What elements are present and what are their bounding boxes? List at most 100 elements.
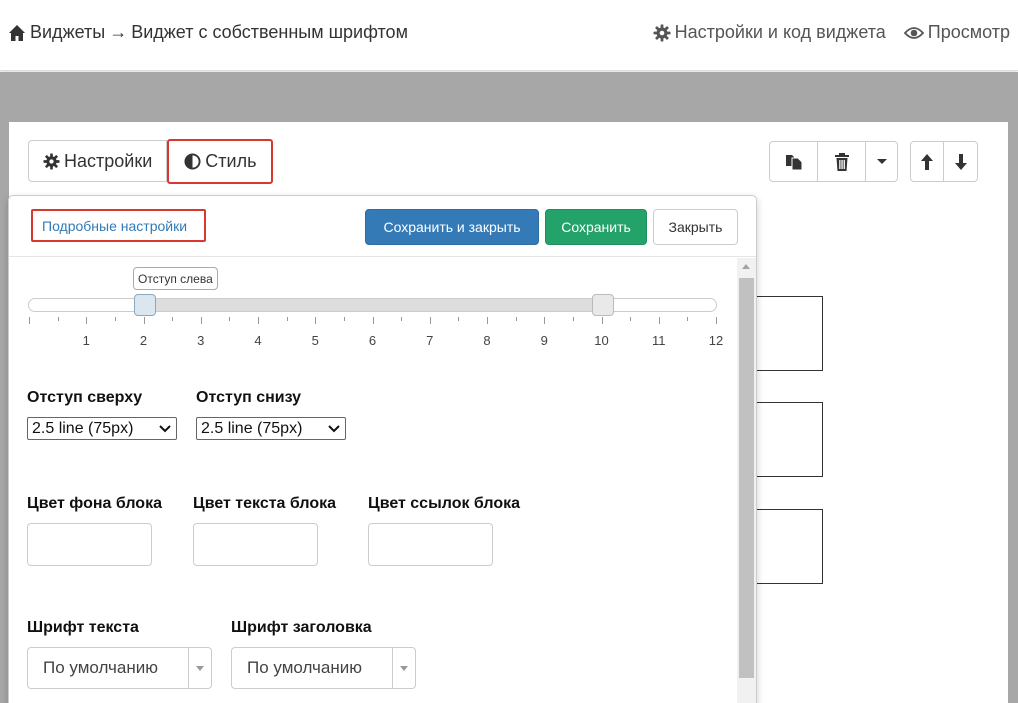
slider-tick-label: 4 xyxy=(254,333,262,348)
left-margin-slider[interactable] xyxy=(28,294,717,316)
text-font-label: Шрифт текста xyxy=(27,619,139,636)
caret-down-icon xyxy=(400,666,408,671)
panel-header: Подробные настройки Сохранить и закрыть … xyxy=(9,196,756,257)
close-button[interactable]: Закрыть xyxy=(653,209,738,245)
link-color-input[interactable] xyxy=(368,523,493,566)
slider-tick xyxy=(544,317,546,324)
bg-color-label: Цвет фона блока xyxy=(27,495,162,512)
slider-handle-low[interactable] xyxy=(133,294,156,316)
slider-tick-label: 3 xyxy=(197,333,205,348)
slider-tick xyxy=(286,317,288,321)
slider-tick-label: 8 xyxy=(483,333,491,348)
arrow-down-icon xyxy=(954,153,967,170)
caret-down-icon xyxy=(876,159,887,164)
arrow-up-icon xyxy=(921,153,933,170)
slider-tick-label: 11 xyxy=(652,333,666,348)
bg-color-input[interactable] xyxy=(27,523,152,566)
delete-button[interactable] xyxy=(818,142,866,181)
tab-settings-label: Настройки xyxy=(64,150,153,171)
slider-tick xyxy=(401,317,403,321)
slider-tick-label: 7 xyxy=(426,333,434,348)
heading-font-label: Шрифт заголовка xyxy=(231,619,372,636)
gear-icon xyxy=(653,24,671,41)
style-panel: Подробные настройки Сохранить и закрыть … xyxy=(8,195,757,703)
preview-link[interactable]: Просмотр xyxy=(903,22,1010,43)
slider-tick xyxy=(29,317,30,324)
slider-tick xyxy=(258,317,259,324)
contrast-icon xyxy=(184,153,201,170)
slider-tick-label: 10 xyxy=(594,333,609,348)
chevron-down-icon xyxy=(328,425,340,433)
caret-down-icon xyxy=(196,666,204,671)
slider-tick-label: 5 xyxy=(311,333,319,348)
slider-tick xyxy=(687,317,689,321)
more-dropdown-button[interactable] xyxy=(866,142,897,181)
move-down-button[interactable] xyxy=(944,142,977,181)
slider-tick xyxy=(343,317,345,321)
gear-icon xyxy=(43,152,60,170)
slider-tick-label: 1 xyxy=(82,333,90,348)
slider-ticks: 1 2 3 4 5 6 7 8 9 10 11 12 xyxy=(9,317,756,348)
block-actions xyxy=(769,141,898,182)
slider-tick xyxy=(229,317,231,321)
settings-code-label: Настройки и код виджета xyxy=(674,22,886,42)
link-color-label: Цвет ссылок блока xyxy=(368,495,521,512)
text-color-label: Цвет текста блока xyxy=(193,495,337,512)
top-nav: Настройки и код виджета Просмотр xyxy=(635,22,1010,43)
slider-tick xyxy=(114,317,116,321)
breadcrumb: Виджеты → Виджет с собственным шрифтом xyxy=(8,22,408,43)
heading-font-select[interactable]: По умолчанию xyxy=(231,647,416,689)
slider-tick-label: 2 xyxy=(139,333,148,348)
slider-tick xyxy=(572,317,574,321)
slider-tick-label: 12 xyxy=(708,333,724,348)
slider-tick xyxy=(630,317,632,321)
settings-code-link[interactable]: Настройки и код виджета xyxy=(653,22,886,43)
move-up-button[interactable] xyxy=(911,142,944,181)
slider-tick xyxy=(143,317,145,324)
text-font-select[interactable]: По умолчанию xyxy=(27,647,212,689)
slider-tick xyxy=(86,317,88,324)
heading-font-value: По умолчанию xyxy=(247,658,362,677)
slider-tooltip: Отступ слева xyxy=(133,267,218,290)
save-button[interactable]: Сохранить xyxy=(545,209,647,245)
margin-top-select[interactable]: 2.5 line (75px) xyxy=(27,417,177,440)
trash-icon xyxy=(834,152,849,171)
slider-tick xyxy=(601,317,603,324)
copy-button[interactable] xyxy=(770,142,818,181)
scroll-up-arrow[interactable] xyxy=(742,264,750,269)
slider-tick-label: 6 xyxy=(368,333,377,348)
chevron-down-icon xyxy=(159,425,171,433)
breadcrumb-arrow: → xyxy=(109,22,128,42)
slider-range xyxy=(144,298,603,312)
breadcrumb-current: Виджет с собственным шрифтом xyxy=(131,22,408,42)
slider-tick xyxy=(172,317,174,321)
advanced-settings-link[interactable]: Подробные настройки xyxy=(31,209,206,242)
eye-icon xyxy=(903,26,924,39)
slider-tick xyxy=(429,317,431,324)
tab-style-label: Стиль xyxy=(205,151,257,171)
breadcrumb-widgets-link[interactable]: Виджеты xyxy=(30,22,105,43)
copy-icon xyxy=(785,154,802,170)
tab-settings[interactable]: Настройки xyxy=(28,140,168,182)
slider-tick xyxy=(458,317,460,321)
block-tabs: Настройки Стиль xyxy=(28,139,274,184)
slider-tick xyxy=(200,317,202,324)
move-actions xyxy=(910,141,978,182)
slider-handle-high[interactable] xyxy=(591,294,614,316)
text-color-input[interactable] xyxy=(193,523,318,566)
preview-label: Просмотр xyxy=(927,22,1010,42)
select-separator xyxy=(188,648,189,688)
margin-top-value: 2.5 line (75px) xyxy=(32,419,134,437)
slider-tick-label: 9 xyxy=(540,333,548,348)
margin-bottom-value: 2.5 line (75px) xyxy=(201,419,303,437)
margin-bottom-label: Отступ снизу xyxy=(196,389,302,406)
slider-tick xyxy=(515,317,517,321)
save-and-close-button[interactable]: Сохранить и закрыть xyxy=(365,209,539,245)
margin-bottom-select[interactable]: 2.5 line (75px) xyxy=(196,417,346,440)
home-icon[interactable] xyxy=(8,24,26,42)
margin-top-label: Отступ сверху xyxy=(27,389,143,406)
text-font-value: По умолчанию xyxy=(43,658,158,677)
slider-tick xyxy=(716,317,717,324)
tab-style[interactable]: Стиль xyxy=(167,139,274,184)
slider-tick xyxy=(315,317,317,324)
